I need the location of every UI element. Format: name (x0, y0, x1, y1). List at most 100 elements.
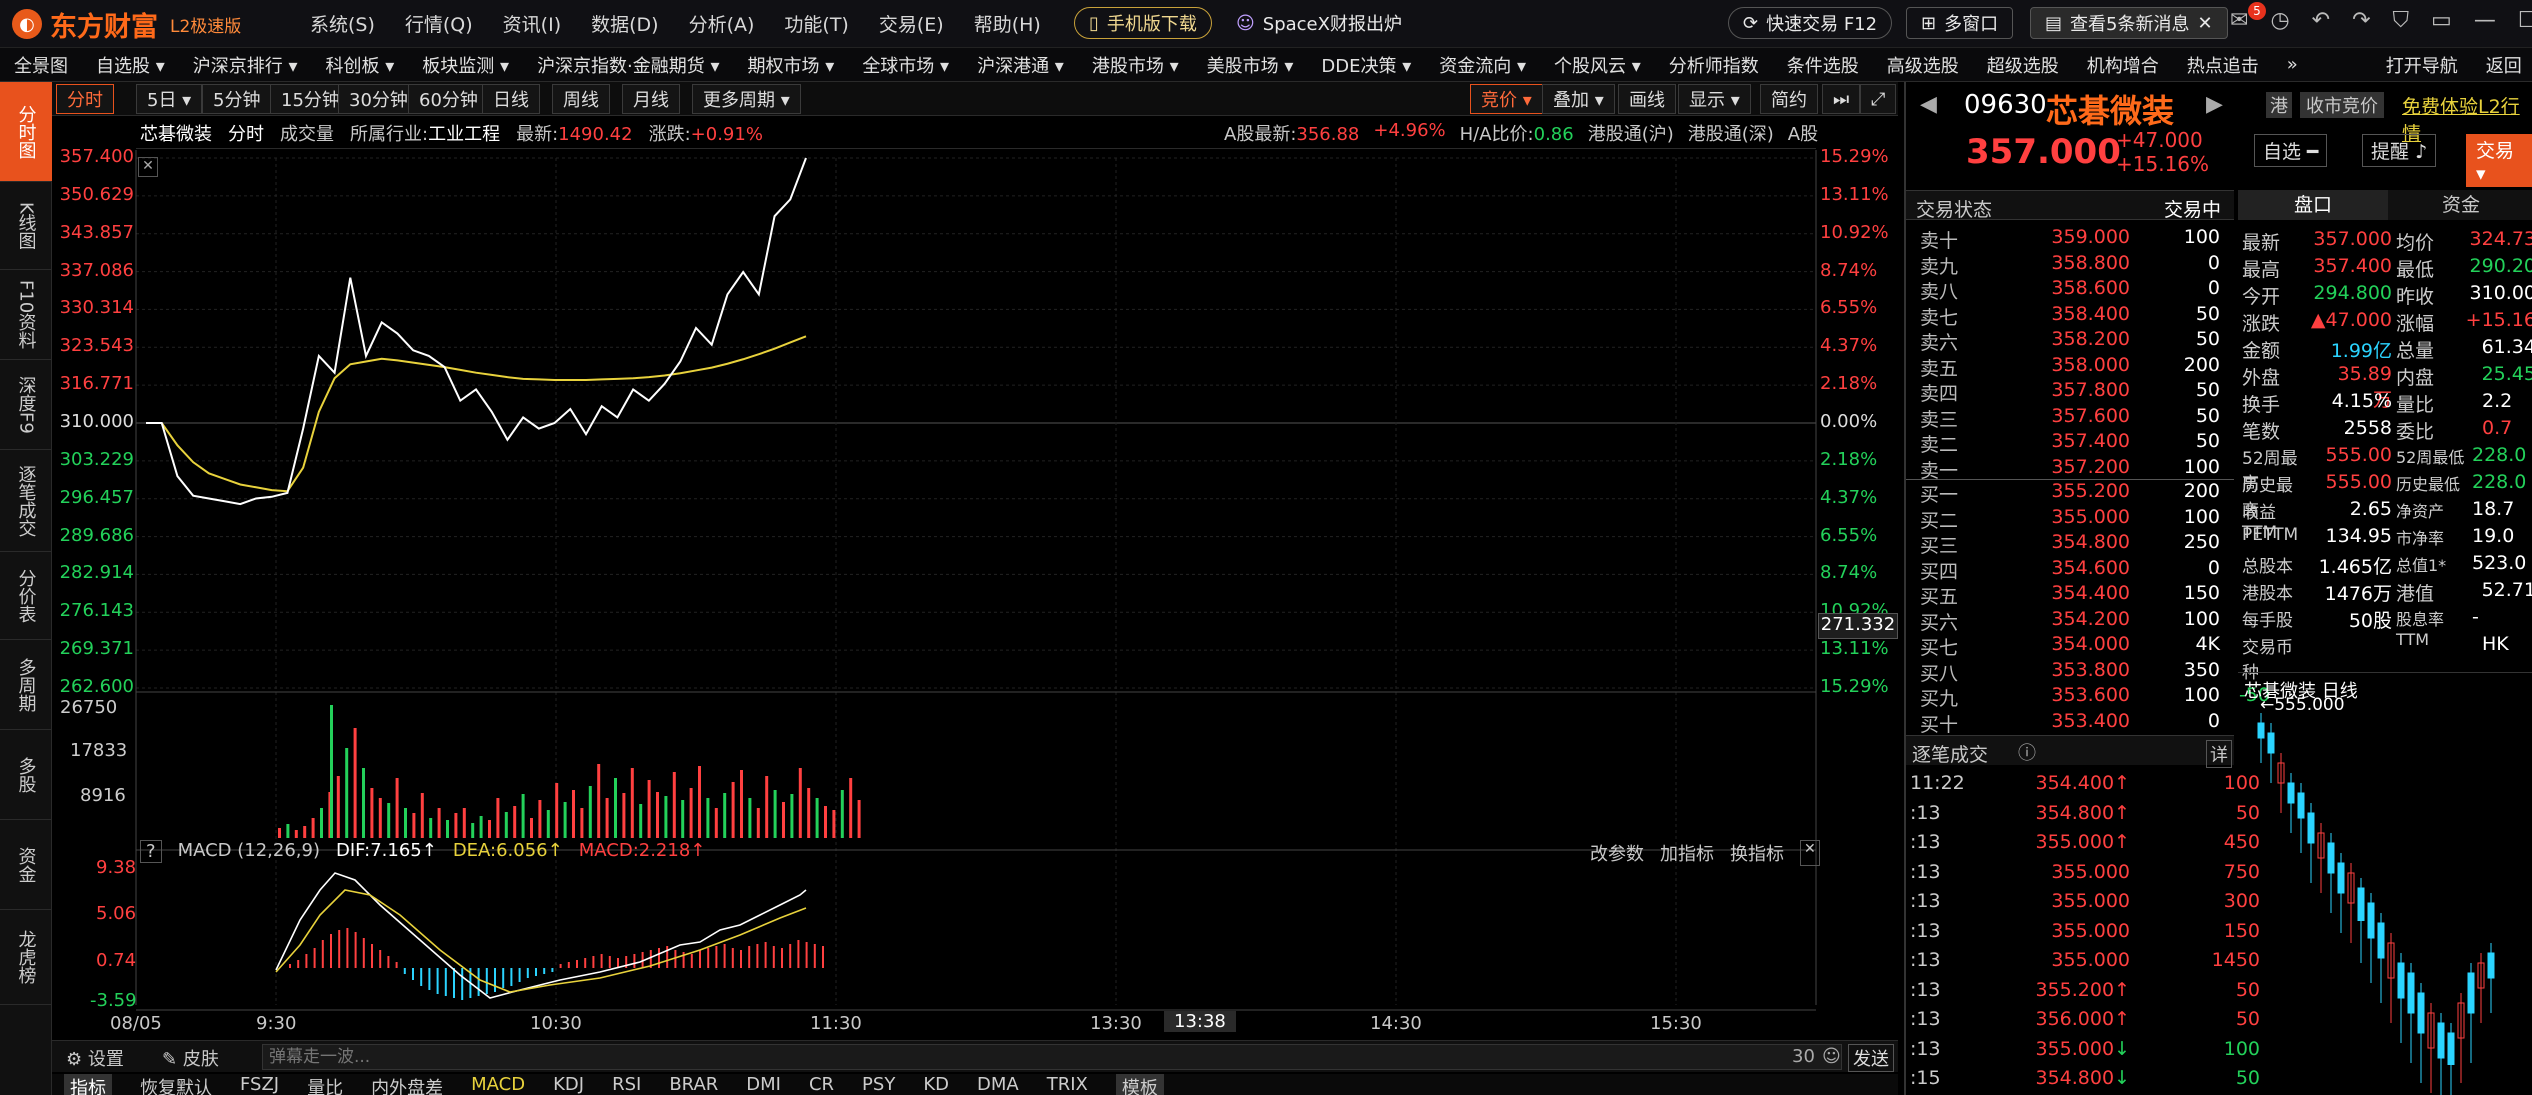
bid-row[interactable]: 买三 354.800 250 (1920, 531, 2280, 557)
bid-row[interactable]: 买十 353.400 0 (1920, 710, 2280, 736)
level-price: 355.200 (2051, 480, 2130, 502)
ask-row[interactable]: 卖二 357.400 50 (1920, 430, 2280, 456)
switch-indicator-button[interactable]: 换指标 (1730, 840, 1784, 866)
level-volume: 100 (2183, 505, 2220, 528)
ticks-detail-button[interactable]: 详 (2206, 740, 2232, 768)
ask-row[interactable]: 卖三 357.600 50 (1920, 405, 2280, 431)
price-tick: 357.400 (59, 146, 134, 167)
ind-tab-indicator[interactable]: 指标 (64, 1074, 112, 1095)
percent-tick: 2.18% (1820, 373, 1878, 395)
emoji-icon[interactable]: ☺ (1822, 1046, 1841, 1067)
ask-row[interactable]: 卖九 358.800 0 (1920, 252, 2280, 278)
back-icon[interactable]: ↶ (2312, 8, 2330, 33)
help-icon[interactable]: ? (140, 840, 162, 863)
stat-item: 内盘 25.45 (2396, 363, 2532, 390)
ask-row[interactable]: 卖十 359.000 100 (1920, 226, 2280, 252)
ask-row[interactable]: 卖七 358.400 50 (1920, 302, 2280, 329)
bid-row[interactable]: 买一 355.200 200 (1920, 480, 2280, 506)
nav-super[interactable]: 超级选股 (1973, 52, 2073, 78)
volume-bar (773, 790, 777, 838)
ind-tab-inout[interactable]: 内外盘差 (371, 1074, 443, 1095)
danmu-input[interactable] (262, 1044, 1842, 1070)
nav-open-navigation[interactable]: 打开导航 (2372, 52, 2472, 78)
next-stock-icon[interactable]: ▶ (2206, 92, 2223, 117)
stat-key: 市净率 (2396, 529, 2445, 548)
ind-tab-reset[interactable]: 恢复默认 (140, 1074, 212, 1095)
ind-tab-dma[interactable]: DMA (977, 1074, 1019, 1095)
level-volume: 4K (2195, 633, 2220, 655)
level-name: 卖二 (1920, 434, 1959, 456)
ind-tab-kdj[interactable]: KDJ (553, 1074, 584, 1095)
ind-tab-rsi[interactable]: RSI (612, 1074, 641, 1095)
bid-row[interactable]: 买八 353.800 350 (1920, 659, 2280, 685)
level-name: 买十 (1920, 713, 1959, 736)
ind-tab-trix[interactable]: TRIX (1047, 1074, 1088, 1095)
ind-tab-fszj[interactable]: FSZJ (240, 1074, 279, 1095)
ask-row[interactable]: 卖一 357.200 100 (1920, 456, 2280, 482)
mail-icon[interactable]: ✉ (2230, 8, 2248, 33)
time-label-1430: 14:30 (1370, 1013, 1422, 1034)
ask-row[interactable]: 卖五 358.000 200 (1920, 354, 2280, 380)
level-price: 358.400 (2051, 302, 2130, 325)
ind-tab-volratio[interactable]: 量比 (307, 1074, 343, 1095)
bid-row[interactable]: 买五 354.400 150 (1920, 582, 2280, 608)
close-indicator-icon[interactable]: ✕ (1800, 840, 1820, 866)
nav-more-icon[interactable]: » (2273, 54, 2312, 75)
nav-back[interactable]: 返回 (2472, 52, 2532, 78)
ind-tab-brar[interactable]: BRAR (669, 1074, 718, 1095)
maximize-icon[interactable]: ☐ (2518, 8, 2532, 33)
ask-row[interactable]: 卖六 358.200 50 (1920, 328, 2280, 354)
ind-tab-cr[interactable]: CR (809, 1074, 834, 1095)
volume-bar (538, 800, 542, 838)
prev-stock-icon[interactable]: ◀ (1920, 92, 1937, 117)
forward-icon[interactable]: ↷ (2352, 8, 2370, 33)
level-name: 买七 (1920, 637, 1959, 659)
level-name: 买三 (1920, 535, 1959, 557)
bid-row[interactable]: 买四 354.600 0 (1920, 557, 2280, 583)
shirt-icon[interactable]: ⛉ (2393, 8, 2410, 33)
close-icon[interactable]: ✕ (2197, 13, 2212, 34)
multi-window-button[interactable]: ⊞ 多窗口 (1906, 7, 2014, 39)
candle-body (2327, 842, 2335, 874)
skin-button[interactable]: ✎ 皮肤 (162, 1045, 219, 1071)
ask-row[interactable]: 卖八 358.600 0 (1920, 277, 2280, 303)
bid-row[interactable]: 买九 353.600 100 -50 (1920, 684, 2280, 710)
ind-tab-dmi[interactable]: DMI (746, 1074, 781, 1095)
candle-body (2467, 972, 2475, 1014)
add-indicator-button[interactable]: 加指标 (1660, 840, 1714, 866)
volume-bar (639, 804, 643, 838)
messages-button[interactable]: ▤ 查看5条新消息 ✕ (2030, 7, 2228, 39)
volume-bar (580, 808, 584, 838)
layout-icon[interactable]: ▭ (2431, 8, 2452, 33)
volume-bar (815, 798, 819, 838)
minimize-icon[interactable]: — (2474, 8, 2496, 33)
brush-icon: ✎ (162, 1049, 178, 1070)
level-price: 358.600 (2051, 277, 2130, 299)
macd-header: ? MACD (12,26,9) DIF:7.165↑ DEA:6.056↑ M… (140, 840, 705, 863)
stat-value: 555.00 (2325, 444, 2392, 466)
send-button[interactable]: 发送 (1848, 1044, 1894, 1072)
volume-bar (807, 788, 811, 838)
ind-tab-template[interactable]: 模板 (1115, 1074, 1164, 1095)
macd-label[interactable]: MACD (12,26,9) (178, 840, 320, 863)
ask-row[interactable]: 卖四 357.800 50 (1920, 379, 2280, 405)
info-icon[interactable]: ⓘ (2018, 739, 2036, 765)
ind-tab-macd[interactable]: MACD (471, 1074, 525, 1095)
bid-row[interactable]: 买二 355.000 100 (1920, 505, 2280, 532)
nav-hotspot[interactable]: 热点追击 (2173, 52, 2273, 78)
time-label-1130: 11:30 (810, 1013, 862, 1034)
bid-row[interactable]: 买六 354.200 100 (1920, 608, 2280, 634)
tick-price: 355.000 (2051, 890, 2130, 912)
bid-row[interactable]: 买七 354.000 4K (1920, 633, 2280, 659)
volume-bar (689, 788, 693, 838)
nav-institution[interactable]: 机构增合 (2073, 52, 2173, 78)
ind-tab-psy[interactable]: PSY (862, 1074, 895, 1095)
chart-close-icon[interactable]: ✕ (138, 157, 158, 177)
stat-key: 最低 (2396, 259, 2435, 281)
settings-button[interactable]: ⚙ 设置 (66, 1045, 124, 1071)
volume-bar (756, 808, 760, 838)
clock-icon[interactable]: ◷ (2270, 8, 2289, 33)
change-params-button[interactable]: 改参数 (1590, 840, 1644, 866)
ind-tab-kd[interactable]: KD (923, 1074, 949, 1095)
stat-key: 涨跌 (2242, 313, 2281, 335)
